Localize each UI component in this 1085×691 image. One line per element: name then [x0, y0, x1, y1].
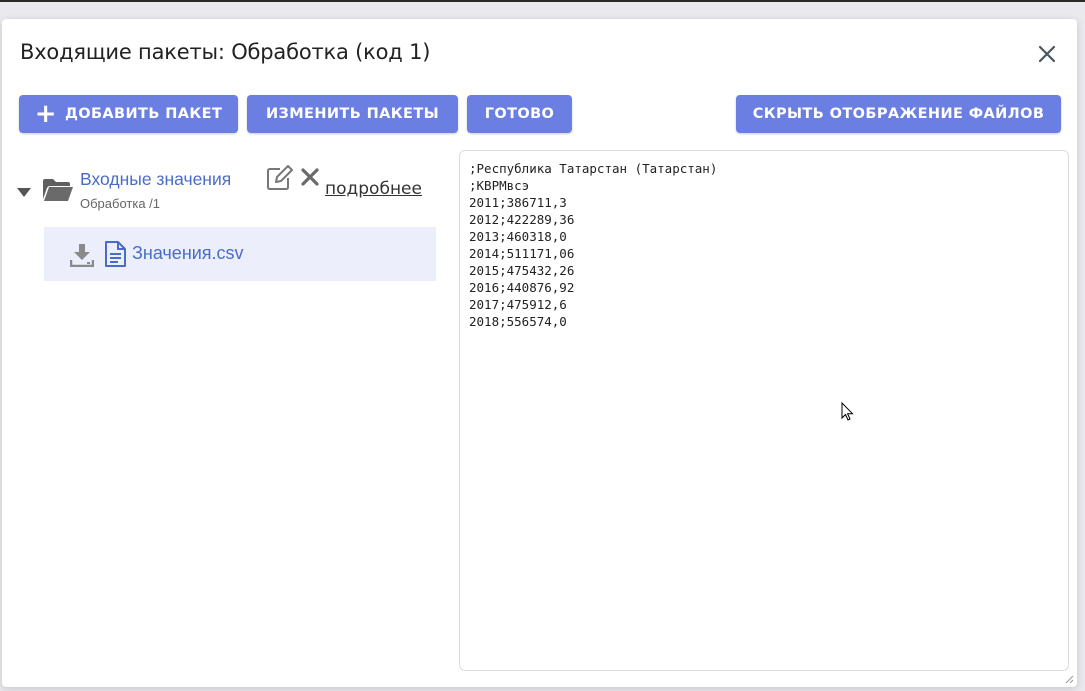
- package-tree-node: Входные значения Обработка /1 подробнее: [14, 165, 434, 221]
- folder-open-icon: [42, 177, 74, 203]
- x-icon[interactable]: [300, 167, 320, 187]
- close-icon[interactable]: [1035, 42, 1059, 66]
- incoming-packages-dialog: Входящие пакеты: Обработка (код 1) + ДОБ…: [2, 19, 1077, 687]
- add-package-label: ДОБАВИТЬ ПАКЕТ: [64, 106, 223, 122]
- details-link[interactable]: подробнее: [325, 179, 422, 199]
- mouse-cursor-icon: [841, 401, 855, 422]
- file-text-icon: [104, 241, 126, 267]
- hide-files-button[interactable]: СКРЫТЬ ОТОБРАЖЕНИЕ ФАЙЛОВ: [736, 95, 1061, 133]
- window-top-border: [0, 0, 1085, 2]
- package-name-link[interactable]: Входные значения: [80, 169, 246, 190]
- package-subtitle: Обработка /1: [80, 196, 161, 211]
- file-list-item[interactable]: Значения.csv: [44, 227, 436, 281]
- pencil-square-icon[interactable]: [266, 165, 294, 191]
- plus-icon: +: [34, 99, 57, 129]
- file-name: Значения.csv: [132, 243, 244, 263]
- resize-handle-icon[interactable]: [1064, 671, 1074, 684]
- done-button[interactable]: ГОТОВО: [467, 95, 572, 133]
- edit-packages-button[interactable]: ИЗМЕНИТЬ ПАКЕТЫ: [247, 95, 458, 133]
- download-icon[interactable]: [69, 243, 95, 268]
- dialog-title: Входящие пакеты: Обработка (код 1): [20, 40, 431, 64]
- caret-down-icon[interactable]: [16, 185, 32, 197]
- add-package-button[interactable]: + ДОБАВИТЬ ПАКЕТ: [19, 95, 238, 133]
- file-content-viewer[interactable]: ;Республика Татарстан (Татарстан) ;КВРМв…: [459, 150, 1069, 671]
